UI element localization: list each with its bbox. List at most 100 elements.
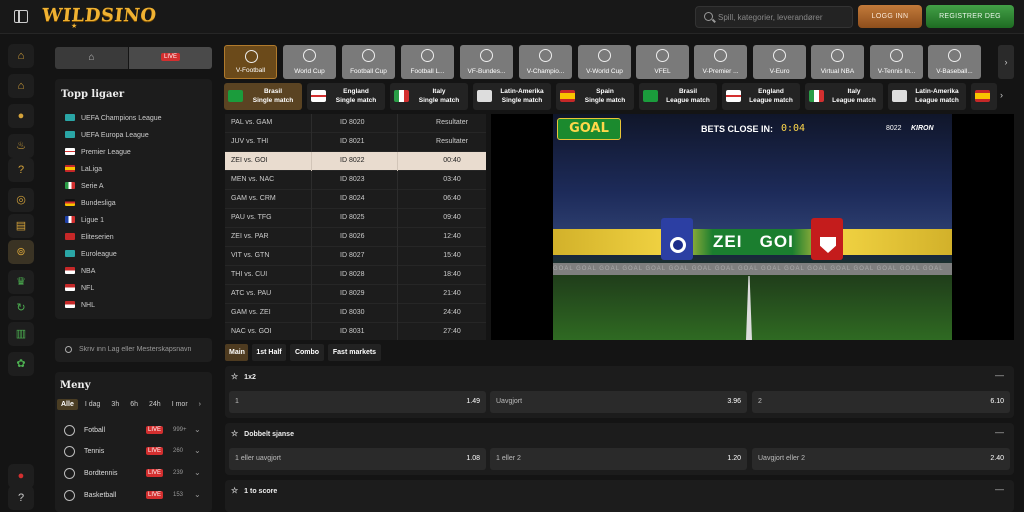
odds-button[interactable]: 1 eller uavgjort 1.08	[229, 448, 486, 470]
subtab[interactable]: Spain Single match	[556, 83, 634, 110]
game-tile[interactable]: V-World Cup	[578, 45, 631, 79]
refresh-icon[interactable]: ↻	[8, 296, 34, 320]
subtab[interactable]: Italy Single match	[390, 83, 468, 110]
game-tile[interactable]: Football L...	[401, 45, 454, 79]
subtab[interactable]: Brasil Single match	[224, 83, 302, 110]
sport-item-football[interactable]: Fotball LIVE 999+ ⌄	[64, 425, 206, 439]
game-tile[interactable]: Football Cup	[342, 45, 395, 79]
league-item[interactable]: NFL	[65, 284, 94, 298]
odds-button[interactable]: 1 1.49	[229, 391, 486, 413]
casino-icon[interactable]: ⌂	[8, 44, 34, 68]
subtab[interactable]: Brasil League match	[639, 83, 717, 110]
favorite-star-icon[interactable]: ☆	[231, 486, 238, 495]
league-item[interactable]: Euroleague	[65, 250, 117, 264]
support-icon[interactable]: ?	[8, 486, 34, 510]
video-stream[interactable]: GOAL BETS CLOSE IN: 0:04 8022 KIRON ZEI …	[553, 114, 952, 340]
league-item[interactable]: Bundesliga	[65, 199, 116, 213]
game-tile-v-football[interactable]: V-Football	[224, 45, 277, 79]
sidebar-toggle-icon[interactable]	[14, 10, 28, 23]
odds-button[interactable]: Uavgjort 3.96	[490, 391, 747, 413]
game-tile[interactable]: V-Baseball...	[928, 45, 981, 79]
game-tile[interactable]: V-Euro	[753, 45, 806, 79]
market-tab-1st-half[interactable]: 1st Half	[252, 344, 286, 361]
live-tab[interactable]: LIVE	[129, 47, 212, 69]
market-tab-fast-markets[interactable]: Fast markets	[328, 344, 381, 361]
home-tab[interactable]: ⌂	[55, 47, 128, 69]
trophy-icon[interactable]: ♛	[8, 270, 34, 294]
league-item[interactable]: LaLiga	[65, 165, 102, 179]
filter-next-icon[interactable]: ›	[195, 399, 205, 410]
odds-button[interactable]: Uavgjort eller 2 2.40	[752, 448, 1010, 470]
filter-24h[interactable]: 24h	[145, 399, 165, 410]
sport-item-basketball[interactable]: Basketball LIVE 153 ⌄	[64, 490, 206, 504]
league-item[interactable]: Serie A	[65, 182, 104, 196]
game-tile[interactable]: Virtual NBA	[811, 45, 864, 79]
game-tile[interactable]: World Cup	[283, 45, 336, 79]
odds-button[interactable]: 2 6.10	[752, 391, 1010, 413]
table-row-selected[interactable]: ZEI vs. GOI ID 8022 00:40	[225, 152, 486, 171]
league-item[interactable]: Premier League	[65, 148, 131, 162]
match-schedule-table: PAL vs. GAM ID 8020 Resultater JUV vs. THI…	[225, 114, 486, 340]
subtab[interactable]: Latin-Amerika Single match	[473, 83, 551, 110]
table-row[interactable]: GAM vs. CRM ID 8024 06:40	[225, 190, 486, 209]
market-tab-combo[interactable]: Combo	[290, 344, 324, 361]
subtab[interactable]: England Single match	[307, 83, 385, 110]
table-row[interactable]: JUV vs. THI ID 8021 Resultater	[225, 133, 486, 152]
help-icon[interactable]: ?	[8, 158, 34, 182]
table-row[interactable]: NAC vs. GOI ID 8031 27:40	[225, 323, 486, 340]
subtab[interactable]	[971, 83, 997, 110]
home-icon[interactable]: ⌂	[8, 74, 34, 98]
favorite-star-icon[interactable]: ☆	[231, 429, 238, 438]
store-icon[interactable]: ▥	[8, 322, 34, 346]
login-button[interactable]: LOGG INN	[858, 5, 922, 28]
chevron-right-icon[interactable]: ›	[998, 45, 1014, 79]
league-item[interactable]: NBA	[65, 267, 95, 281]
table-row[interactable]: MEN vs. NAC ID 8023 03:40	[225, 171, 486, 190]
league-item[interactable]: UEFA Europa League	[65, 131, 149, 145]
game-tile[interactable]: V-Premier ...	[694, 45, 747, 79]
market-tab-main[interactable]: Main	[225, 344, 248, 361]
game-tile[interactable]: V-Champio...	[519, 45, 572, 79]
table-row[interactable]: ZEI vs. PAR ID 8026 12:40	[225, 228, 486, 247]
table-row[interactable]: PAU vs. TFG ID 8025 09:40	[225, 209, 486, 228]
filter-tomorrow[interactable]: I mor	[168, 399, 192, 410]
chip-icon[interactable]: ●	[8, 104, 34, 128]
filter-today[interactable]: I dag	[81, 399, 105, 410]
league-item[interactable]: Eliteserien	[65, 233, 114, 247]
language-flag-icon[interactable]: ●	[8, 464, 34, 488]
filter-3h[interactable]: 3h	[107, 399, 123, 410]
logo[interactable]: WILDSINO	[41, 5, 158, 26]
register-button[interactable]: REGISTRER DEG	[926, 5, 1014, 28]
subtab[interactable]: England League match	[722, 83, 800, 110]
bet-slip-icon[interactable]: ▤	[8, 214, 34, 238]
game-tile[interactable]: V-Tennis In...	[870, 45, 923, 79]
sport-item-table-tennis[interactable]: Bordtennis LIVE 239 ⌄	[64, 468, 206, 482]
table-row[interactable]: VIT vs. GTN ID 8027 15:40	[225, 247, 486, 266]
search-input[interactable]: Spill, kategorier, leverandører	[695, 6, 853, 28]
favorite-star-icon[interactable]: ☆	[231, 372, 238, 381]
collapse-icon[interactable]: —	[995, 370, 1004, 380]
table-row[interactable]: PAL vs. GAM ID 8020 Resultater	[225, 114, 486, 133]
subtab[interactable]: Latin-Amerika League match	[888, 83, 966, 110]
collapse-icon[interactable]: —	[995, 427, 1004, 437]
table-row[interactable]: GAM vs. ZEI ID 8030 24:40	[225, 304, 486, 323]
game-tile[interactable]: VF-Bundes...	[460, 45, 513, 79]
virtual-sports-icon[interactable]: ⊚	[8, 240, 34, 264]
android-icon[interactable]: ✿	[8, 352, 34, 376]
filter-all[interactable]: Alle	[57, 399, 78, 410]
chevron-right-icon[interactable]: ›	[1000, 90, 1003, 100]
game-tile[interactable]: VFEL	[636, 45, 689, 79]
league-item[interactable]: NHL	[65, 301, 95, 315]
filter-6h[interactable]: 6h	[126, 399, 142, 410]
odds-button[interactable]: 1 eller 2 1.20	[490, 448, 747, 470]
collapse-icon[interactable]: —	[995, 484, 1004, 494]
sport-item-tennis[interactable]: Tennis LIVE 260 ⌄	[64, 446, 206, 460]
league-item[interactable]: Ligue 1	[65, 216, 104, 230]
subtab[interactable]: Italy League match	[805, 83, 883, 110]
ball-icon[interactable]: ◎	[8, 188, 34, 212]
league-item[interactable]: UEFA Champions League	[65, 114, 162, 128]
league-search-input[interactable]: Skriv inn Lag eller Mesterskapsnavn	[55, 338, 212, 362]
table-row[interactable]: ATC vs. PAU ID 8029 21:40	[225, 285, 486, 304]
fire-icon[interactable]: ♨	[8, 134, 34, 158]
table-row[interactable]: THI vs. CUI ID 8028 18:40	[225, 266, 486, 285]
